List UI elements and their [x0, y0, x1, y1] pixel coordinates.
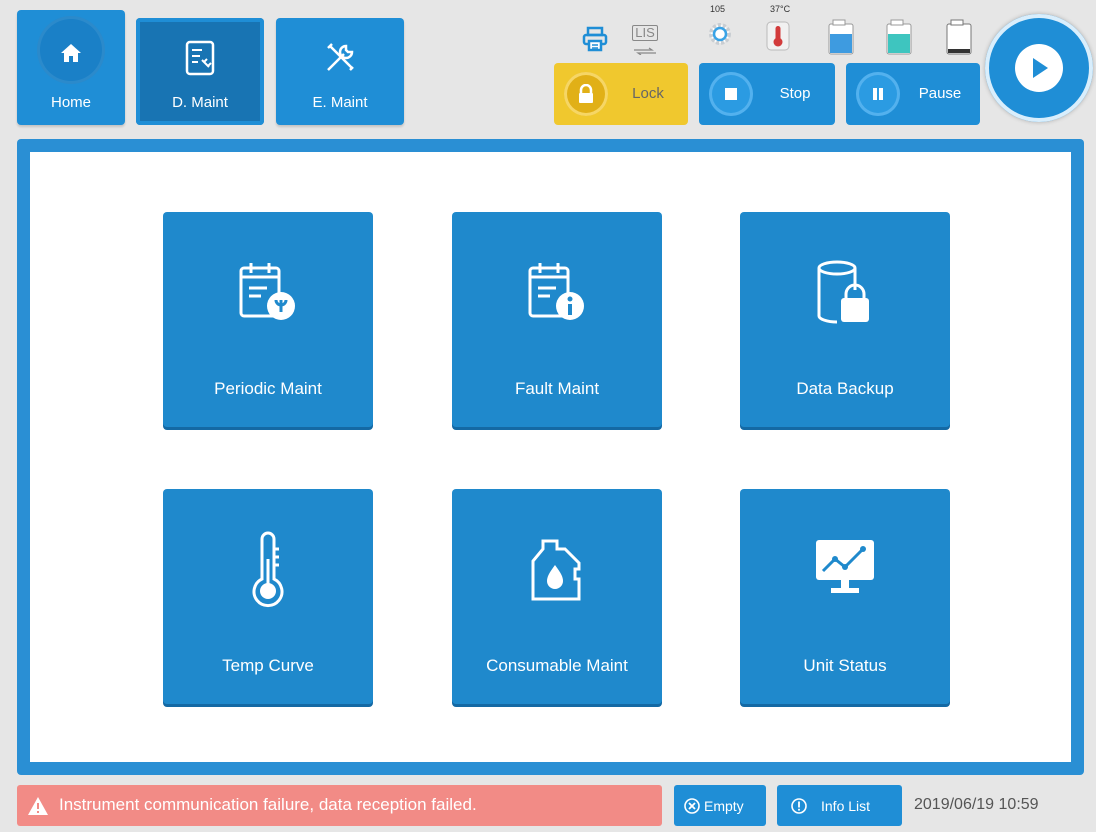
start-button[interactable]	[985, 14, 1093, 122]
counter-value: 105	[710, 4, 726, 14]
tile-consumable-maint[interactable]: Consumable Maint	[452, 489, 662, 704]
pause-label: Pause	[918, 85, 962, 102]
tile-periodic-maint[interactable]: Periodic Maint	[163, 212, 373, 427]
printer-icon[interactable]	[582, 26, 608, 57]
e-maint-label: E. Maint	[312, 94, 368, 111]
home-button[interactable]: Home	[17, 10, 125, 125]
tile-label: Consumable Maint	[486, 656, 628, 675]
info-icon	[791, 797, 807, 814]
document-maint-icon	[136, 40, 264, 76]
home-label: Home	[50, 94, 91, 111]
tile-label: Unit Status	[803, 656, 887, 675]
thermometer-status-icon[interactable]	[764, 20, 792, 57]
calendar-wrench-icon	[163, 260, 373, 324]
lis-label: LIS	[632, 25, 658, 41]
tile-data-backup[interactable]: Data Backup	[740, 212, 950, 427]
calendar-info-icon	[452, 260, 662, 324]
stop-button[interactable]: Stop	[699, 63, 835, 125]
gear-icon[interactable]	[706, 20, 734, 53]
database-lock-icon	[740, 260, 950, 326]
info-list-button[interactable]: Info List	[777, 785, 902, 826]
pause-button[interactable]: Pause	[846, 63, 980, 125]
play-icon	[1015, 44, 1063, 92]
thermometer-icon	[163, 529, 373, 609]
alert-bar[interactable]: Instrument communication failure, data r…	[17, 785, 662, 826]
maintenance-panel: Periodic Maint Fault Maint Data Backup T…	[17, 139, 1084, 775]
reagent-bottle-icon	[452, 537, 662, 603]
maintenance-panel-content: Periodic Maint Fault Maint Data Backup T…	[30, 152, 1071, 762]
stop-label: Stop	[779, 85, 811, 102]
reagent-bottle-blue-icon[interactable]	[827, 18, 855, 61]
info-list-label: Info List	[821, 797, 871, 814]
monitor-chart-icon	[740, 537, 950, 597]
lock-icon	[564, 72, 608, 116]
d-maint-tab[interactable]: D. Maint	[136, 18, 264, 125]
tile-label: Periodic Maint	[214, 379, 322, 398]
empty-label: Empty	[704, 797, 744, 814]
pause-icon	[856, 72, 900, 116]
empty-button[interactable]: Empty	[674, 785, 766, 826]
clear-icon	[684, 797, 700, 814]
d-maint-label: D. Maint	[172, 94, 228, 111]
home-icon	[17, 42, 125, 64]
tile-fault-maint[interactable]: Fault Maint	[452, 212, 662, 427]
waste-bottle-icon[interactable]	[945, 18, 973, 61]
alert-message: Instrument communication failure, data r…	[59, 795, 477, 814]
tools-icon	[276, 40, 404, 76]
tile-label: Temp Curve	[222, 656, 314, 675]
lock-label: Lock	[632, 85, 664, 102]
tile-label: Fault Maint	[514, 379, 600, 398]
tile-temp-curve[interactable]: Temp Curve	[163, 489, 373, 704]
lock-button[interactable]: Lock	[554, 63, 688, 125]
e-maint-tab[interactable]: E. Maint	[276, 18, 404, 125]
datetime-display: 2019/06/19 10:59	[914, 796, 1039, 813]
temperature-value: 37°C	[770, 4, 791, 14]
reagent-bottle-teal-icon[interactable]	[885, 18, 913, 61]
lis-icon[interactable]: LIS	[628, 24, 662, 60]
warning-icon	[27, 796, 49, 821]
stop-icon	[709, 72, 753, 116]
tile-unit-status[interactable]: Unit Status	[740, 489, 950, 704]
tile-label: Data Backup	[796, 379, 894, 398]
